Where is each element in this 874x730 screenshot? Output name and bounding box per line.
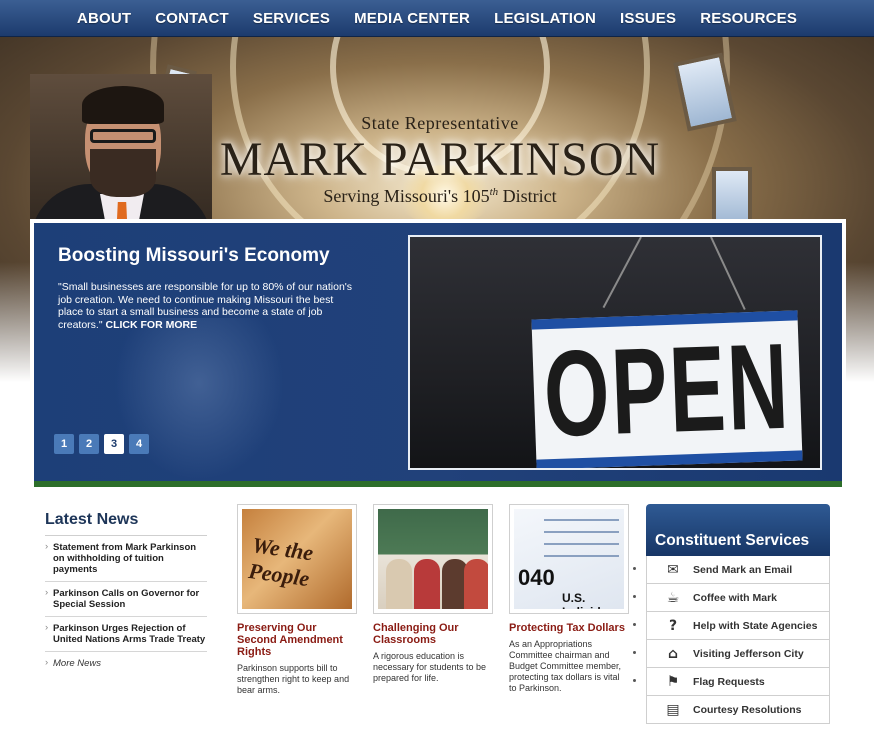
services-header: Constituent Services xyxy=(646,504,830,556)
bullet-dot xyxy=(633,679,636,682)
feature-text: Parkinson supports bill to strengthen ri… xyxy=(237,663,350,695)
more-news-link[interactable]: More News xyxy=(45,652,207,675)
statue-image xyxy=(114,318,284,481)
service-label: Visiting Jefferson City xyxy=(693,647,804,660)
news-item[interactable]: Statement from Mark Parkinson on withhol… xyxy=(45,536,207,582)
feature-thumbnail[interactable] xyxy=(373,504,493,614)
bullet-dot xyxy=(633,595,636,598)
feature-tax-dollars: 040 U.S. Individu Protecting Tax Dollars… xyxy=(509,504,629,694)
form-line xyxy=(544,519,619,521)
service-label: Flag Requests xyxy=(693,675,765,688)
service-courtesy-resolutions[interactable]: ▤ Courtesy Resolutions xyxy=(646,696,830,724)
service-label: Help with State Agencies xyxy=(693,619,818,632)
latest-news-heading: Latest News xyxy=(45,511,207,536)
sign-chain xyxy=(710,237,746,310)
news-item[interactable]: Parkinson Calls on Governor for Special … xyxy=(45,582,207,617)
portrait-glasses xyxy=(90,129,156,143)
pager-button-2[interactable]: 2 xyxy=(79,434,99,454)
slide[interactable]: Boosting Missouri's Economy "Small busin… xyxy=(34,223,842,481)
representative-name: MARK PARKINSON xyxy=(219,133,661,186)
form-number: 040 xyxy=(518,565,555,590)
form-line xyxy=(544,555,619,557)
document-icon: ▤ xyxy=(666,701,680,718)
student-figure xyxy=(414,559,440,609)
form-line xyxy=(544,543,619,545)
feature-slider: Boosting Missouri's Economy "Small busin… xyxy=(30,219,846,487)
nav-media-center[interactable]: MEDIA CENTER xyxy=(342,10,482,27)
student-figure xyxy=(386,559,412,609)
tax-form-image: 040 U.S. Individu xyxy=(514,509,624,609)
nav-issues[interactable]: ISSUES xyxy=(608,10,688,27)
district-sup: th xyxy=(489,186,499,198)
question-mark-icon: ? xyxy=(668,617,678,634)
bullet-dot xyxy=(633,567,636,570)
open-sign-text: OPEN xyxy=(541,316,793,462)
feature-second-amendment: We the People Preserving Our Second Amen… xyxy=(237,504,357,696)
slide-text: "Small businesses are responsible for up… xyxy=(58,281,358,331)
title-subtitle-bottom: Serving Missouri's 105th District xyxy=(190,186,690,207)
dome-window xyxy=(712,167,752,227)
classroom-image xyxy=(378,509,488,609)
pager-button-1[interactable]: 1 xyxy=(54,434,74,454)
constitution-script: We the People xyxy=(247,532,315,592)
flag-icon: ⚑ xyxy=(666,673,680,690)
service-flag-requests[interactable]: ⚑ Flag Requests xyxy=(633,668,830,696)
title-subtitle-top: State Representative xyxy=(361,113,519,133)
form-line xyxy=(544,531,619,533)
constitution-image: We the People xyxy=(242,509,352,609)
slider-bottom-bar xyxy=(34,481,842,487)
student-figure xyxy=(464,559,488,609)
pager-button-3[interactable]: 3 xyxy=(104,434,124,454)
feature-title[interactable]: Protecting Tax Dollars xyxy=(509,622,629,634)
slide-quote: "Small businesses are responsible for up… xyxy=(58,281,353,331)
service-state-agencies[interactable]: ? Help with State Agencies xyxy=(633,612,830,640)
district-prefix: Serving Missouri's 105 xyxy=(323,186,490,206)
constituent-services: Constituent Services ✉ Send Mark an Emai… xyxy=(633,504,830,724)
service-send-email[interactable]: ✉ Send Mark an Email xyxy=(633,556,830,584)
district-suffix: District xyxy=(498,186,557,206)
slider-pager: 1 2 3 4 xyxy=(54,434,149,454)
service-label: Coffee with Mark xyxy=(693,591,778,604)
bullet-dot xyxy=(633,651,636,654)
feature-thumbnail[interactable]: 040 U.S. Individu xyxy=(509,504,629,614)
nav-about[interactable]: ABOUT xyxy=(65,10,143,27)
news-item[interactable]: Parkinson Urges Rejection of United Nati… xyxy=(45,617,207,652)
portrait-beard xyxy=(90,149,156,197)
envelope-icon: ✉ xyxy=(667,561,679,578)
feature-text: As an Appropriations Committee chairman … xyxy=(509,639,622,693)
sign-chain xyxy=(602,237,642,309)
click-for-more-link[interactable]: CLICK FOR MORE xyxy=(106,319,198,331)
feature-text: A rigorous education is necessary for st… xyxy=(373,651,487,683)
nav-resources[interactable]: RESOURCES xyxy=(688,10,809,27)
coffee-cup-icon: ☕ xyxy=(666,589,680,606)
nav-legislation[interactable]: LEGISLATION xyxy=(482,10,608,27)
feature-title[interactable]: Preserving Our Second Amendment Rights xyxy=(237,622,357,658)
service-coffee[interactable]: ☕ Coffee with Mark xyxy=(633,584,830,612)
nav-contact[interactable]: CONTACT xyxy=(143,10,241,27)
capitol-icon: ⌂ xyxy=(667,645,679,662)
feature-title[interactable]: Challenging Our Classrooms xyxy=(373,622,493,646)
latest-news: Latest News Statement from Mark Parkinso… xyxy=(45,511,207,675)
feature-classrooms: Challenging Our Classrooms A rigorous ed… xyxy=(373,504,493,684)
pager-button-4[interactable]: 4 xyxy=(129,434,149,454)
open-sign: OPEN xyxy=(531,310,803,468)
portrait-hair xyxy=(82,86,164,124)
slide-title: Boosting Missouri's Economy xyxy=(58,245,330,266)
feature-thumbnail[interactable]: We the People xyxy=(237,504,357,614)
main-nav: ABOUT CONTACT SERVICES MEDIA CENTER LEGI… xyxy=(0,0,874,37)
open-sign-photo: OPEN xyxy=(408,235,822,470)
service-label: Courtesy Resolutions xyxy=(693,703,802,716)
nav-services[interactable]: SERVICES xyxy=(241,10,342,27)
bullet-dot xyxy=(633,623,636,626)
service-visiting[interactable]: ⌂ Visiting Jefferson City xyxy=(633,640,830,668)
services-heading: Constituent Services xyxy=(655,532,810,549)
site-title: State Representative MARK PARKINSON Serv… xyxy=(190,113,690,207)
form-label: U.S. Individu xyxy=(562,591,608,609)
service-label: Send Mark an Email xyxy=(693,563,793,576)
